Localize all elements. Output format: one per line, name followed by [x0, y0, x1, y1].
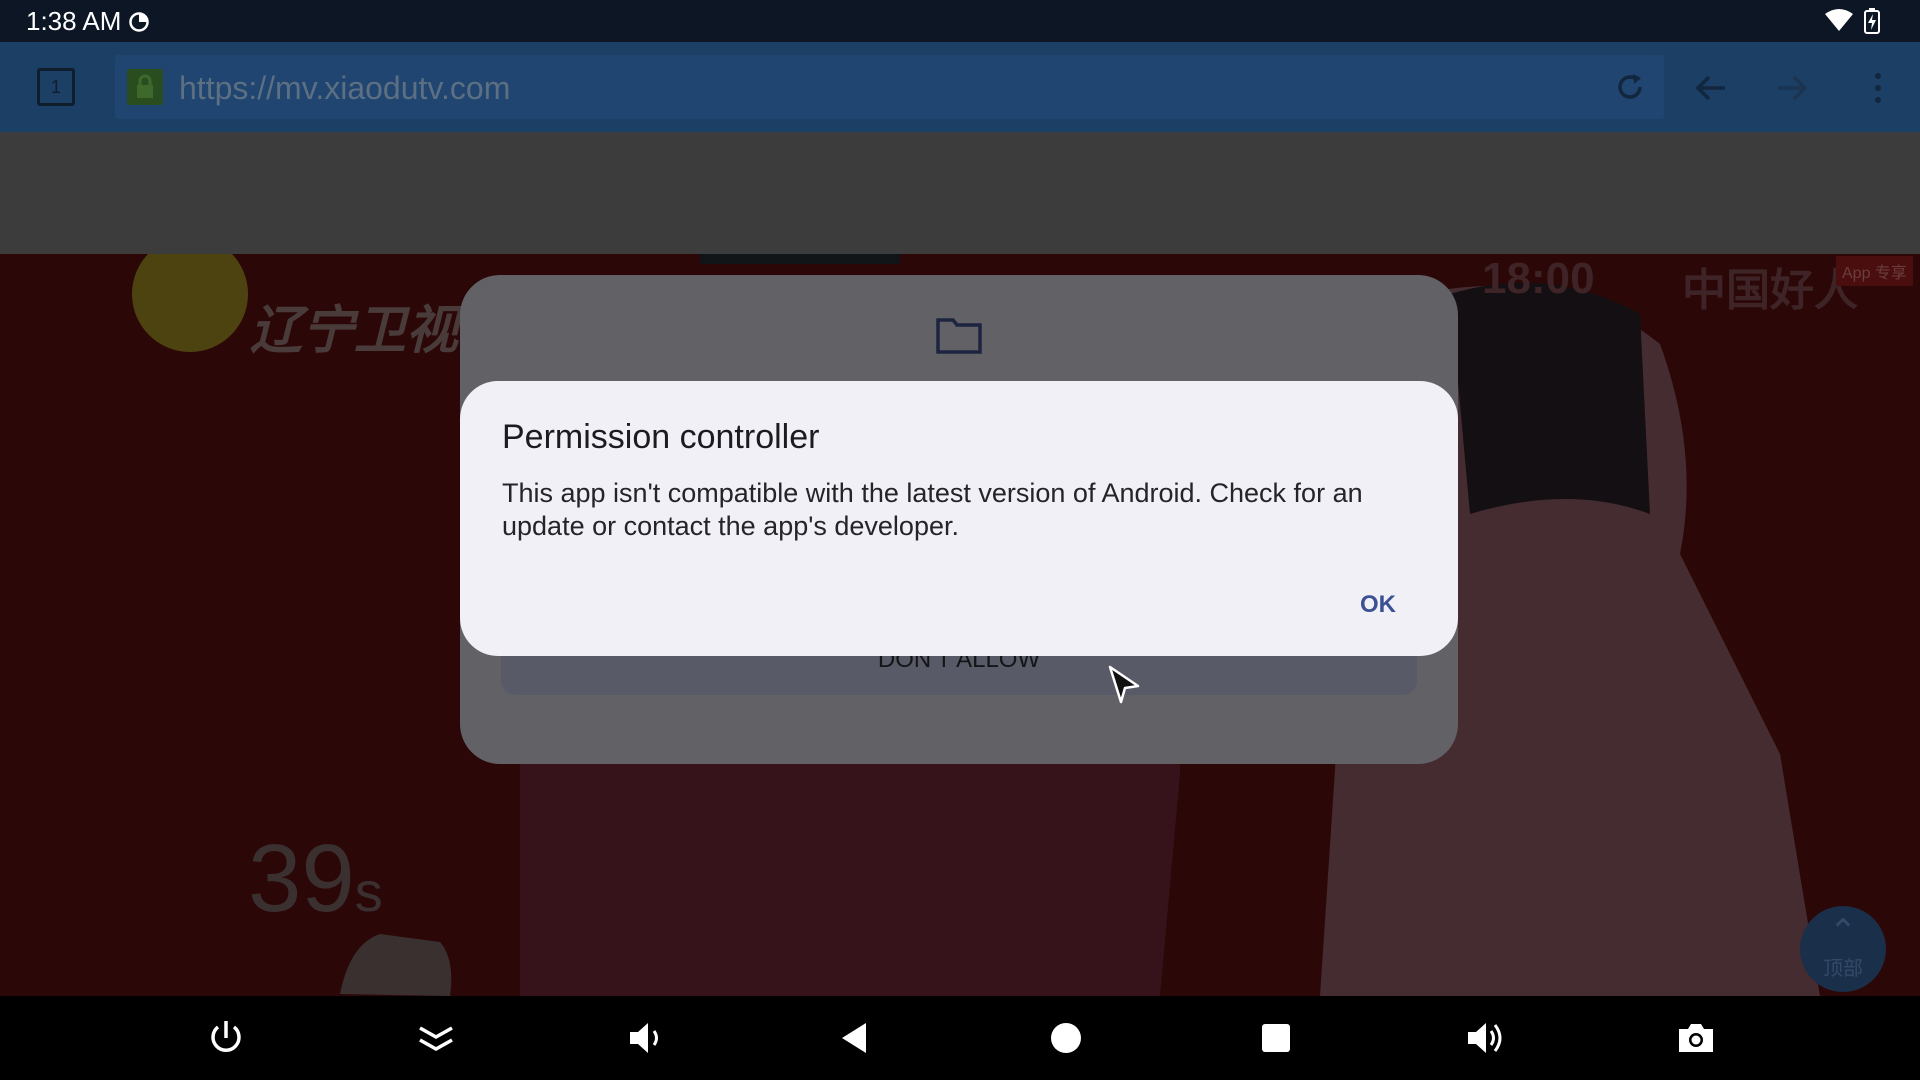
- status-time: 1:38 AM: [26, 6, 122, 36]
- back-arrow-icon[interactable]: [1691, 68, 1731, 108]
- ok-button[interactable]: OK: [1360, 591, 1396, 619]
- collapse-icon[interactable]: [414, 1016, 458, 1060]
- volume-up-icon[interactable]: [1464, 1016, 1508, 1060]
- countdown-value: 39: [248, 825, 355, 932]
- wifi-icon: [1825, 9, 1853, 31]
- url-text[interactable]: https://mv.xiaodutv.com: [179, 70, 510, 107]
- countdown-timer: 39s: [248, 824, 383, 934]
- overflow-menu-icon[interactable]: [1868, 68, 1888, 108]
- system-nav-bar: [0, 996, 1920, 1080]
- back-to-top-label: 顶部: [1823, 958, 1863, 980]
- back-icon[interactable]: [834, 1016, 878, 1060]
- forward-arrow-icon[interactable]: [1772, 68, 1812, 108]
- data-saver-icon: [129, 12, 149, 32]
- camera-icon[interactable]: [1674, 1016, 1718, 1060]
- battery-icon: [1864, 8, 1880, 34]
- dialog-title: Permission controller: [502, 418, 820, 456]
- tab-switcher-button[interactable]: 1: [37, 68, 75, 106]
- mouse-pointer-icon: [1108, 665, 1140, 704]
- alert-dialog: Permission controller This app isn't com…: [460, 381, 1458, 656]
- chevron-up-icon: ⌃: [1828, 913, 1858, 951]
- program-title: 中国好人: [1682, 266, 1858, 315]
- countdown-unit: s: [354, 860, 383, 923]
- back-to-top-button[interactable]: ⌃ 顶部: [1800, 906, 1886, 992]
- browser-toolbar: 1 https://mv.xiaodutv.com: [0, 42, 1920, 132]
- lock-icon: [127, 69, 163, 105]
- recents-icon[interactable]: [1254, 1016, 1298, 1060]
- reload-icon[interactable]: [1612, 69, 1648, 105]
- power-icon[interactable]: [204, 1016, 248, 1060]
- page-header-area: [0, 132, 1920, 254]
- dialog-message: This app isn't compatible with the lates…: [502, 478, 1363, 541]
- broadcast-time: 18:00: [1482, 254, 1595, 303]
- app-exclusive-badge: App 专享: [1836, 256, 1913, 286]
- status-bar: 1:38 AM: [0, 0, 1920, 42]
- volume-down-icon[interactable]: [624, 1016, 668, 1060]
- home-icon[interactable]: [1044, 1016, 1088, 1060]
- channel-logo: 辽宁卫视: [250, 302, 459, 360]
- address-bar[interactable]: https://mv.xiaodutv.com: [115, 55, 1664, 119]
- folder-icon: [936, 318, 982, 354]
